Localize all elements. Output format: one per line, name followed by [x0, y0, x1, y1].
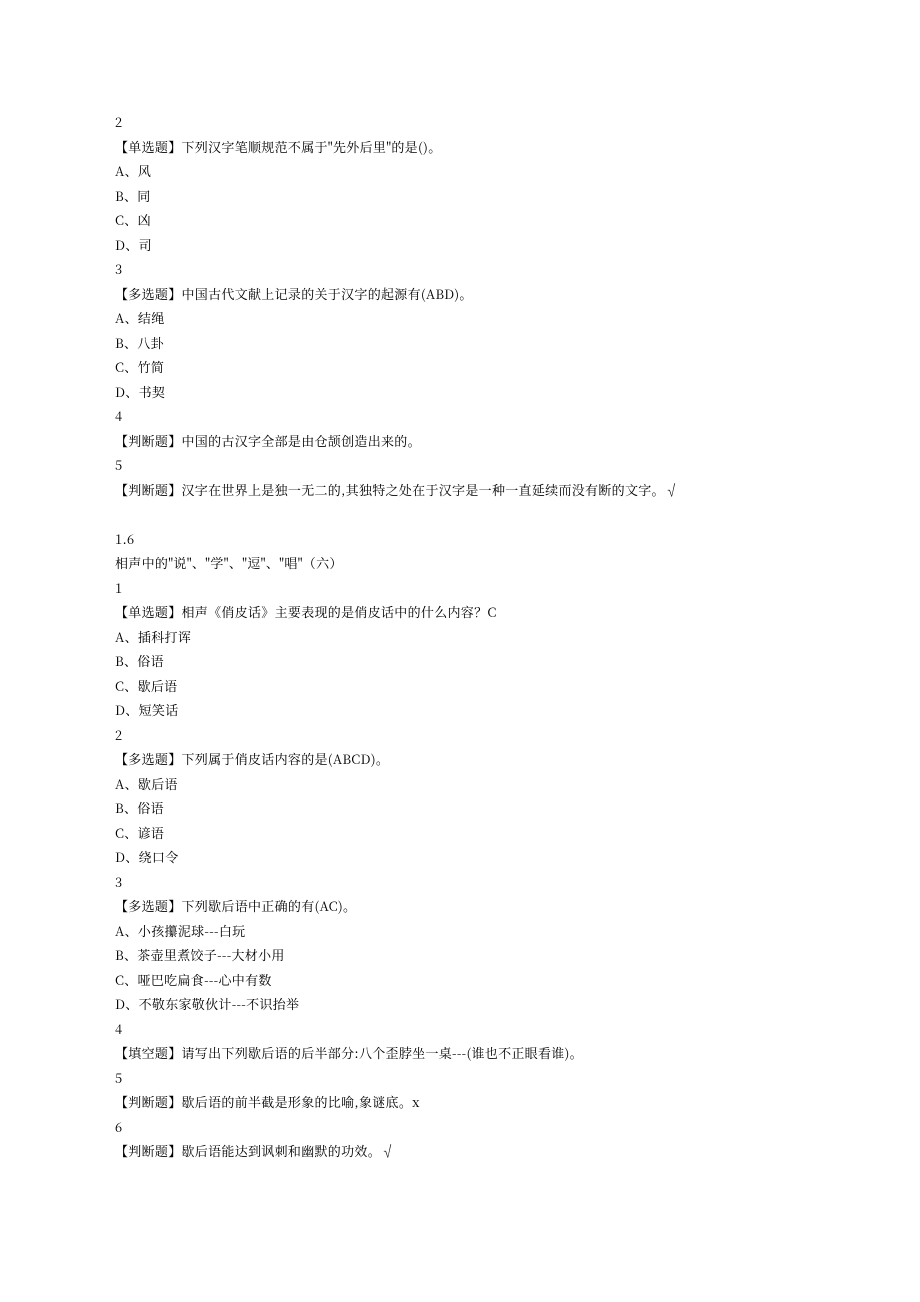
text-line: B、茶壶里煮饺子---大材小用	[115, 943, 805, 968]
text-line: D、司	[115, 233, 805, 258]
text-line: D、书契	[115, 380, 805, 405]
text-line: D、不敬东家敬伙计---不识抬举	[115, 992, 805, 1017]
text-line: A、结绳	[115, 306, 805, 331]
text-line: 4	[115, 404, 805, 429]
text-line: 【多选题】中国古代文献上记录的关于汉字的起源有(ABD)。	[115, 282, 805, 307]
text-line: 【判断题】汉字在世界上是独一无二的,其独特之处在于汉字是一种一直延续而没有断的文…	[115, 478, 805, 503]
text-line: B、俗语	[115, 796, 805, 821]
text-line: 【判断题】中国的古汉字全部是由仓颉创造出来的。	[115, 429, 805, 454]
text-line: 2	[115, 110, 805, 135]
text-line: 1.6	[115, 527, 805, 552]
text-line: A、插科打诨	[115, 625, 805, 650]
text-line: C、哑巴吃扁食---心中有数	[115, 968, 805, 993]
text-line: 3	[115, 870, 805, 895]
text-line: A、小孩攥泥球---白玩	[115, 919, 805, 944]
text-line: D、短笑话	[115, 698, 805, 723]
text-line: 【单选题】下列汉字笔顺规范不属于"先外后里"的是()。	[115, 135, 805, 160]
text-line: 【多选题】下列属于俏皮话内容的是(ABCD)。	[115, 747, 805, 772]
text-line: 【判断题】歇后语能达到讽刺和幽默的功效。√	[115, 1139, 805, 1164]
text-line: 【判断题】歇后语的前半截是形象的比喻,象谜底。x	[115, 1090, 805, 1115]
text-line: 3	[115, 257, 805, 282]
text-line: 4	[115, 1017, 805, 1042]
document-page: 2 【单选题】下列汉字笔顺规范不属于"先外后里"的是()。 A、风 B、同 C、…	[0, 0, 920, 1224]
text-line: B、八卦	[115, 331, 805, 356]
text-line: 2	[115, 723, 805, 748]
text-line	[115, 502, 805, 527]
text-line: C、歇后语	[115, 674, 805, 699]
text-line: 【多选题】下列歇后语中正确的有(AC)。	[115, 894, 805, 919]
text-line: 6	[115, 1115, 805, 1140]
text-line: A、歇后语	[115, 772, 805, 797]
text-line: 5	[115, 1066, 805, 1091]
text-line: 【单选题】相声《俏皮话》主要表现的是俏皮话中的什么内容？C	[115, 600, 805, 625]
text-line: 1	[115, 576, 805, 601]
text-line: B、俗语	[115, 649, 805, 674]
text-line: C、凶	[115, 208, 805, 233]
text-line: C、竹简	[115, 355, 805, 380]
text-line: C、谚语	[115, 821, 805, 846]
text-line: A、风	[115, 159, 805, 184]
text-line: 【填空题】请写出下列歇后语的后半部分:八个歪脖坐一桌---(谁也不正眼看谁)。	[115, 1041, 805, 1066]
text-line: 5	[115, 453, 805, 478]
text-line: D、绕口令	[115, 845, 805, 870]
text-line: 相声中的"说"、"学"、"逗"、"唱"（六）	[115, 551, 805, 576]
text-line: B、同	[115, 184, 805, 209]
